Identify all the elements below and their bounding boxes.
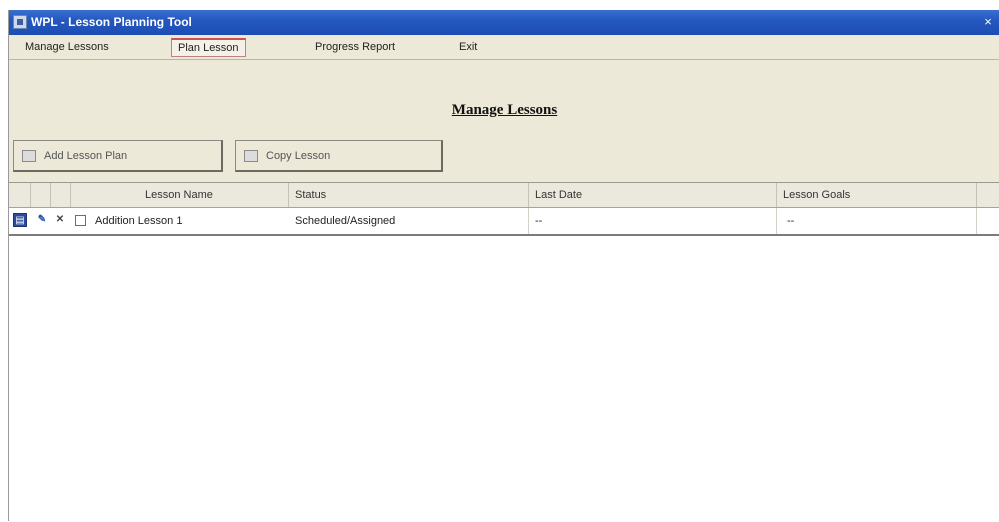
- column-header-lesson-goals[interactable]: Lesson Goals: [777, 183, 977, 207]
- delete-record-icon[interactable]: ✕: [53, 213, 67, 227]
- cell-lesson-name: Addition Lesson 1: [95, 215, 183, 227]
- add-lesson-plan-button[interactable]: Add Lesson Plan: [13, 140, 223, 172]
- close-icon[interactable]: ×: [980, 14, 996, 30]
- column-header-status[interactable]: Status: [289, 183, 529, 207]
- menu-item-manage-lessons[interactable]: Manage Lessons: [19, 39, 115, 55]
- add-lesson-plan-label: Add Lesson Plan: [44, 149, 128, 162]
- copy-lesson-button[interactable]: Copy Lesson: [235, 140, 443, 172]
- window-title: WPL - Lesson Planning Tool: [31, 15, 192, 29]
- menu-item-progress-report[interactable]: Progress Report: [309, 39, 401, 55]
- edit-record-icon[interactable]: ✎: [35, 213, 49, 227]
- app-window-icon: [13, 15, 27, 29]
- table-row[interactable]: ▤ ✎ ✕ Addition Lesson 1 Scheduled/Assign…: [9, 208, 999, 236]
- cell-status: Scheduled/Assigned: [289, 208, 529, 234]
- column-header-view: [9, 183, 31, 207]
- row-select-checkbox[interactable]: [75, 215, 86, 226]
- lessons-grid: Lesson Name Status Last Date Lesson Goal…: [9, 182, 999, 522]
- menu-bar: Manage Lessons Plan Lesson Progress Repo…: [9, 35, 999, 60]
- title-bar[interactable]: WPL - Lesson Planning Tool ×: [9, 10, 999, 35]
- menu-item-plan-lesson[interactable]: Plan Lesson: [171, 38, 246, 57]
- add-plan-icon: [22, 149, 36, 162]
- page-title: Manage Lessons: [451, 102, 558, 118]
- copy-icon: [244, 149, 258, 162]
- column-header-edit: [31, 183, 51, 207]
- column-header-lesson-name[interactable]: Lesson Name: [71, 183, 289, 207]
- column-header-last-date[interactable]: Last Date: [529, 183, 777, 207]
- column-header-delete: [51, 183, 71, 207]
- cell-lesson-goals: --: [777, 208, 977, 234]
- cell-last-date: --: [529, 208, 777, 234]
- copy-lesson-label: Copy Lesson: [266, 149, 331, 162]
- grid-header: Lesson Name Status Last Date Lesson Goal…: [9, 183, 999, 208]
- view-record-icon[interactable]: ▤: [13, 213, 27, 227]
- menu-item-exit[interactable]: Exit: [453, 39, 483, 55]
- app-window: WPL - Lesson Planning Tool × Manage Less…: [8, 10, 999, 522]
